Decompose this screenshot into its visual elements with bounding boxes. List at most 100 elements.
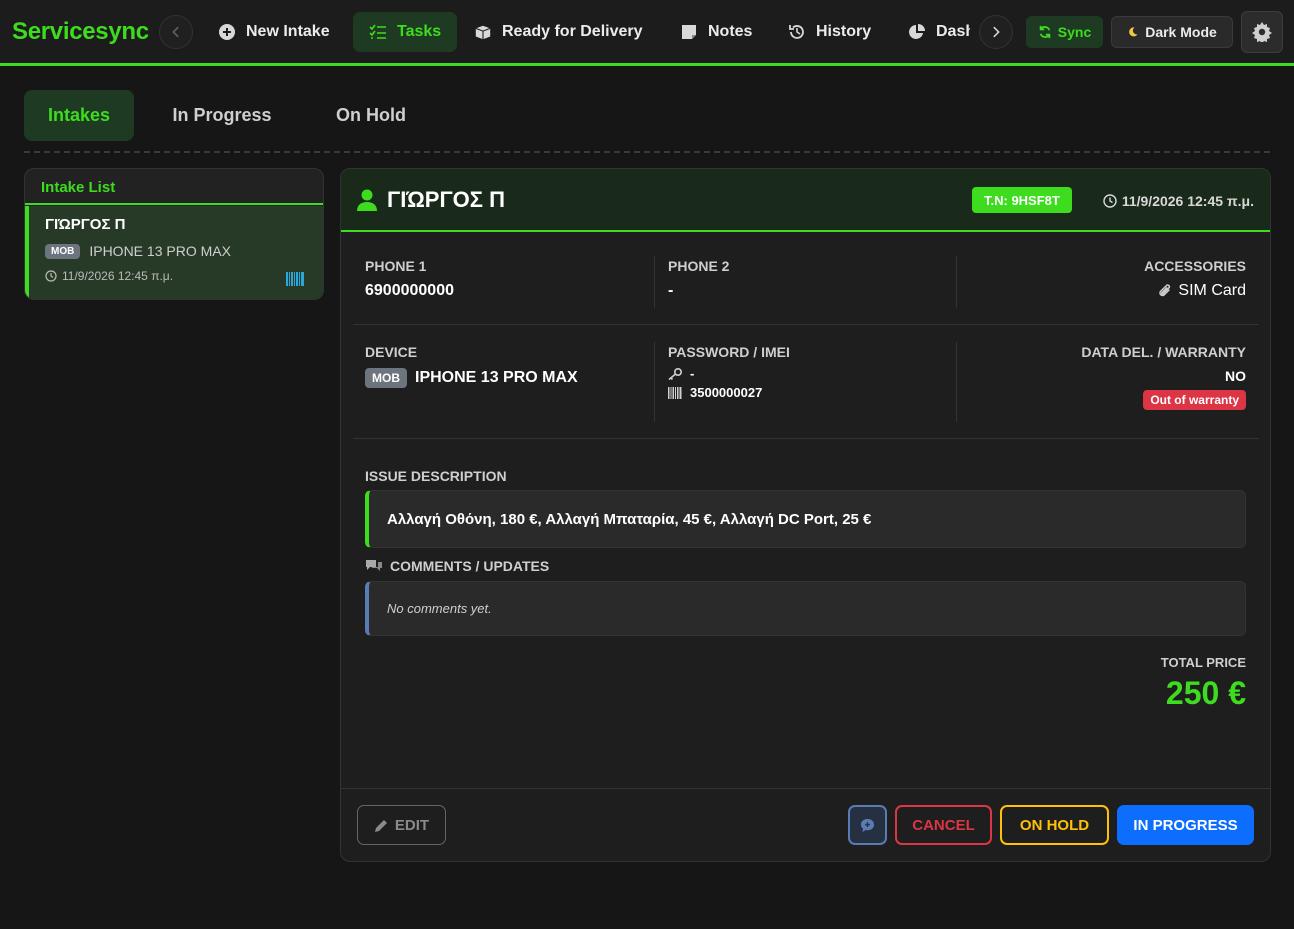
settings-button[interactable] bbox=[1241, 11, 1283, 53]
warranty-status-badge: Out of warranty bbox=[1143, 390, 1246, 410]
comments-list: No comments yet. bbox=[365, 581, 1246, 636]
password-imei-label: PASSWORD / IMEI bbox=[668, 344, 790, 360]
intake-device-name: IPHONE 13 PRO MAX bbox=[89, 243, 231, 259]
device-type-badge: MOB bbox=[45, 243, 81, 259]
edit-label: EDIT bbox=[394, 816, 430, 834]
password-row: - bbox=[668, 366, 938, 381]
footer-divider bbox=[341, 788, 1270, 789]
chevron-left-icon bbox=[172, 26, 179, 38]
add-comment-button[interactable] bbox=[848, 805, 887, 845]
nav-item-label: New Intake bbox=[246, 23, 330, 40]
tab-in-progress[interactable]: In Progress bbox=[150, 90, 294, 141]
imei-row: 3500000027 bbox=[668, 385, 938, 400]
history-icon bbox=[789, 25, 804, 39]
box-icon bbox=[475, 25, 491, 40]
clock-icon bbox=[45, 270, 57, 282]
top-navbar: Servicesync New Intake Tasks Ready for D… bbox=[0, 0, 1294, 66]
nav-scroll-left-button[interactable] bbox=[159, 15, 193, 49]
sync-icon bbox=[1039, 25, 1051, 39]
phone2-label: PHONE 2 bbox=[668, 258, 730, 274]
imei-value: 3500000027 bbox=[690, 385, 763, 400]
phone1-cell: PHONE 1 6900000000 bbox=[365, 258, 625, 300]
warranty-cell: DATA DEL. / WARRANTY NO Out of warranty bbox=[961, 344, 1246, 410]
column-divider bbox=[654, 342, 655, 422]
on-hold-button[interactable]: ON HOLD bbox=[1000, 805, 1109, 845]
tab-on-hold[interactable]: On Hold bbox=[310, 90, 432, 141]
column-divider bbox=[956, 256, 957, 308]
tab-divider bbox=[24, 151, 1270, 153]
edit-button[interactable]: EDIT bbox=[357, 805, 446, 845]
device-type-badge: MOB bbox=[365, 368, 407, 388]
intake-date: 11/9/2026 12:45 π.μ. bbox=[62, 269, 174, 283]
data-deletion-value: NO bbox=[1225, 368, 1246, 384]
intake-list-item[interactable]: ΓΙΏΡΓΟΣ Π MOB IPHONE 13 PRO MAX 11/9/202… bbox=[25, 206, 323, 299]
issue-label: ISSUE DESCRIPTION bbox=[365, 468, 507, 484]
comment-add-icon bbox=[860, 818, 875, 832]
detail-header: ΓΙΏΡΓΟΣ Π T.N: 9HSF8T 11/9/2026 12:45 π.… bbox=[341, 169, 1270, 232]
barcode-icon bbox=[668, 386, 682, 399]
nav-item-label: History bbox=[816, 23, 872, 40]
accessories-row: SIM Card bbox=[961, 282, 1246, 300]
phone1-value: 6900000000 bbox=[365, 282, 454, 299]
total-price-label: TOTAL PRICE bbox=[1160, 655, 1246, 670]
phone2-cell: PHONE 2 - bbox=[668, 258, 928, 300]
sync-label: Sync bbox=[1057, 24, 1092, 40]
intake-detail-panel: ΓΙΏΡΓΟΣ Π T.N: 9HSF8T 11/9/2026 12:45 π.… bbox=[340, 168, 1271, 862]
tracking-number-badge: T.N: 9HSF8T bbox=[972, 187, 1072, 213]
comments-header: COMMENTS / UPDATES bbox=[365, 558, 549, 574]
detail-date: 11/9/2026 12:45 π.μ. bbox=[1121, 193, 1254, 209]
gear-icon bbox=[1252, 22, 1272, 42]
device-value: IPHONE 13 PRO MAX bbox=[415, 369, 578, 386]
tab-intakes[interactable]: Intakes bbox=[24, 90, 134, 141]
warranty-label: DATA DEL. / WARRANTY bbox=[1081, 344, 1246, 360]
nav-scroll-right-button[interactable] bbox=[979, 15, 1013, 49]
phone1-label: PHONE 1 bbox=[365, 258, 427, 274]
nav-item-notes[interactable]: Notes bbox=[664, 12, 768, 52]
paperclip-icon bbox=[1159, 284, 1171, 297]
phone2-value: - bbox=[668, 282, 674, 299]
column-divider bbox=[654, 256, 655, 308]
total-price-value: 250 € bbox=[1165, 675, 1246, 711]
nav-item-history[interactable]: History bbox=[772, 12, 887, 52]
detail-customer-name: ΓΙΏΡΓΟΣ Π bbox=[387, 187, 505, 212]
dark-mode-label: Dark Mode bbox=[1145, 24, 1217, 40]
detail-date-row: 11/9/2026 12:45 π.μ. bbox=[1103, 193, 1254, 209]
nav-item-label: Tasks bbox=[397, 23, 442, 40]
intake-list-title: Intake List bbox=[25, 169, 323, 205]
row-divider bbox=[353, 324, 1259, 325]
nav-item-new-intake[interactable]: New Intake bbox=[202, 12, 346, 52]
dark-mode-toggle[interactable]: Dark Mode bbox=[1111, 16, 1233, 48]
pencil-icon bbox=[374, 819, 387, 832]
brand-logo[interactable]: Servicesync bbox=[12, 18, 149, 46]
cancel-button[interactable]: CANCEL bbox=[895, 805, 992, 845]
moon-icon bbox=[1129, 27, 1138, 37]
nav-menu: New Intake Tasks Ready for Delivery Note… bbox=[200, 12, 970, 52]
clock-icon bbox=[1103, 194, 1117, 208]
row-divider bbox=[353, 438, 1259, 439]
barcode-icon bbox=[286, 272, 304, 286]
in-progress-button[interactable]: IN PROGRESS bbox=[1117, 805, 1254, 845]
nav-item-label: Ready for Delivery bbox=[502, 23, 643, 40]
issue-description: Αλλαγή Οθόνη, 180 €, Αλλαγή Μπαταρία, 45… bbox=[365, 490, 1246, 548]
nav-item-ready-for-delivery[interactable]: Ready for Delivery bbox=[458, 12, 659, 52]
intake-list-panel: Intake List ΓΙΏΡΓΟΣ Π MOB IPHONE 13 PRO … bbox=[24, 168, 324, 300]
column-divider bbox=[956, 342, 957, 422]
nav-item-dashboard[interactable]: Dashboard bbox=[892, 12, 970, 52]
intake-device-row: MOB IPHONE 13 PRO MAX bbox=[45, 243, 307, 259]
detail-customer: ΓΙΏΡΓΟΣ Π bbox=[357, 187, 505, 213]
device-row: MOB IPHONE 13 PRO MAX bbox=[365, 368, 645, 388]
password-imei-cell: PASSWORD / IMEI - 3500000027 bbox=[668, 344, 938, 400]
device-cell: DEVICE MOB IPHONE 13 PRO MAX bbox=[365, 344, 645, 388]
nav-item-label: Notes bbox=[708, 23, 753, 40]
nav-item-tasks[interactable]: Tasks bbox=[353, 12, 458, 52]
intake-date-row: 11/9/2026 12:45 π.μ. bbox=[45, 269, 307, 283]
pie-chart-icon bbox=[909, 24, 925, 39]
chevron-right-icon bbox=[993, 26, 1000, 38]
plus-circle-icon bbox=[219, 24, 235, 40]
sync-button[interactable]: Sync bbox=[1026, 16, 1103, 48]
intake-customer-name: ΓΙΏΡΓΟΣ Π bbox=[45, 216, 126, 233]
user-icon bbox=[357, 189, 377, 211]
comments-label: COMMENTS / UPDATES bbox=[390, 558, 550, 574]
device-label: DEVICE bbox=[365, 344, 418, 360]
key-icon bbox=[668, 367, 682, 380]
